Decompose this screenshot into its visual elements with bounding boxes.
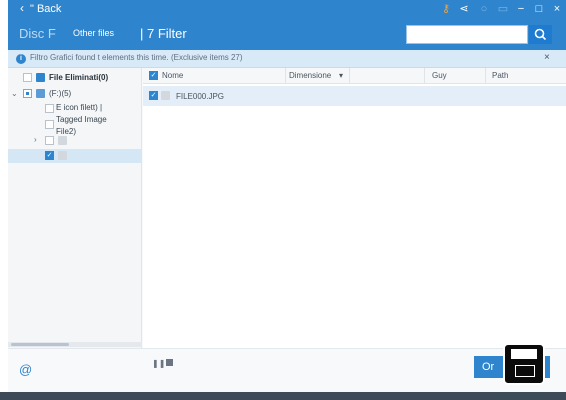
tree-item-label[interactable]: File2): [56, 127, 76, 136]
tree-item-checkbox[interactable]: [45, 120, 54, 129]
maximize-icon[interactable]: □: [531, 1, 547, 17]
row-checkbox[interactable]: ✓: [149, 91, 158, 100]
title-bar: ‹ " Back ⚷ ⋖ ○ ▭ − □ ×: [8, 0, 566, 18]
filter-title: | 7 Filter: [140, 26, 187, 41]
tree-selected-row[interactable]: [8, 149, 142, 163]
table-header: ✓ Nome Dimensione ▾ Guy Path: [143, 68, 566, 84]
info-close-button[interactable]: ×: [544, 52, 550, 63]
root-checkbox[interactable]: [23, 73, 32, 82]
minimize-icon[interactable]: −: [513, 1, 529, 17]
tree-drive-label[interactable]: (F:)(5): [49, 89, 71, 98]
menu-icon[interactable]: ▭: [495, 1, 511, 17]
search-button[interactable]: [529, 25, 552, 44]
table-row[interactable]: ✓ FILE000.JPG: [143, 86, 566, 106]
scrollbar-thumb[interactable]: [11, 343, 69, 346]
floppy-save-icon[interactable]: [503, 343, 545, 385]
app-window: ‹ " Back ⚷ ⋖ ○ ▭ − □ × Disc F Other files…: [8, 0, 566, 392]
col-path[interactable]: Path: [492, 71, 508, 80]
drive-checkbox[interactable]: [23, 89, 32, 98]
stop-button[interactable]: [166, 359, 173, 366]
pause-button[interactable]: ❚❚: [152, 359, 165, 368]
tree-item-checkbox[interactable]: [45, 104, 54, 113]
search-icon: [534, 28, 547, 41]
expand-arrow-icon[interactable]: ›: [34, 135, 37, 144]
info-icon: i: [16, 54, 26, 64]
info-bar: i Filtro Grafici found t elements this t…: [8, 50, 566, 68]
chevron-left-icon: ‹: [20, 1, 24, 15]
share-icon[interactable]: ⋖: [456, 1, 472, 17]
column-divider[interactable]: [349, 68, 350, 84]
close-icon[interactable]: ×: [549, 1, 565, 17]
settings-icon[interactable]: ○: [476, 1, 492, 17]
folder-icon: [36, 73, 45, 82]
toolbar: Disc F Other files | 7 Filter: [8, 18, 566, 50]
column-divider[interactable]: [285, 68, 286, 84]
folder-icon: [58, 136, 67, 145]
folder-tree: File Eliminati(0) ⌄ (F:)(5) E icon filet…: [8, 68, 142, 348]
image-file-icon: [161, 91, 170, 100]
file-table: ✓ Nome Dimensione ▾ Guy Path ✓ FILE000.J…: [143, 68, 566, 348]
horizontal-scrollbar[interactable]: [8, 342, 142, 347]
tree-item-checkbox-checked[interactable]: ✓: [45, 151, 54, 160]
key-icon[interactable]: ⚷: [438, 1, 454, 17]
column-divider[interactable]: [485, 68, 486, 84]
tree-root-label[interactable]: File Eliminati(0): [49, 73, 108, 82]
recover-label: Or: [482, 361, 495, 373]
tree-item-label[interactable]: Tagged Image: [56, 115, 107, 124]
tree-item-checkbox[interactable]: [45, 136, 54, 145]
drive-icon: [36, 89, 45, 98]
status-bar: @ ❚❚ Or: [8, 348, 566, 392]
floppy-shutter: [511, 349, 537, 359]
col-name[interactable]: Nome: [162, 71, 183, 80]
tab-disc[interactable]: Disc F: [19, 26, 56, 41]
tab-other-files[interactable]: Other files: [73, 28, 114, 38]
at-icon: @: [19, 362, 33, 377]
search-input[interactable]: [406, 25, 528, 44]
app-frame: ‹ " Back ⚷ ⋖ ○ ▭ − □ × Disc F Other files…: [0, 0, 566, 400]
info-message: Filtro Grafici found t elements this tim…: [30, 53, 243, 62]
col-size[interactable]: Dimensione: [289, 71, 331, 80]
window-bottom-edge: [0, 392, 566, 400]
expand-arrow-icon[interactable]: ⌄: [11, 89, 18, 98]
back-button[interactable]: ‹ " Back: [20, 0, 61, 18]
tree-item-label[interactable]: E icon filett) |: [56, 103, 102, 112]
row-name: FILE000.JPG: [176, 92, 225, 101]
column-divider[interactable]: [424, 68, 425, 84]
sort-arrow-icon: ▾: [339, 71, 344, 80]
back-label: " Back: [30, 3, 62, 15]
floppy-label: [515, 365, 535, 377]
folder-icon: [58, 151, 67, 160]
col-type[interactable]: Guy: [432, 71, 447, 80]
select-all-checkbox[interactable]: ✓: [149, 71, 158, 80]
